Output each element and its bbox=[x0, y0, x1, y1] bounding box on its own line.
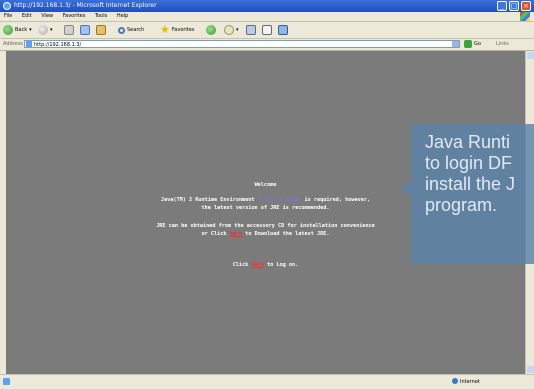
edit-page-icon bbox=[262, 25, 272, 35]
go-arrow-icon[interactable] bbox=[464, 40, 472, 48]
back-label: Back bbox=[15, 27, 28, 33]
home-icon bbox=[96, 25, 106, 35]
callout-line1: Java Runti bbox=[425, 132, 511, 152]
address-dropdown-icon[interactable] bbox=[452, 41, 459, 47]
stop-button[interactable] bbox=[64, 24, 74, 36]
menu-favorites[interactable]: Favorites bbox=[63, 13, 86, 19]
forward-button[interactable]: ▾ bbox=[38, 24, 53, 36]
close-button[interactable]: × bbox=[521, 1, 531, 11]
address-label: Address bbox=[3, 41, 23, 47]
back-dropdown-icon[interactable]: ▾ bbox=[29, 27, 32, 33]
callout-pointer bbox=[400, 181, 411, 195]
zone-label: Internet bbox=[460, 379, 480, 385]
favorites-button[interactable]: ★ Favorites bbox=[160, 24, 194, 36]
menu-edit[interactable]: Edit bbox=[22, 13, 32, 19]
jre-text-a: Java(TM) 2 Runtime Environment bbox=[160, 197, 258, 203]
internet-zone-icon bbox=[452, 378, 458, 384]
callout-box: Java Runti to login DF install the J pro… bbox=[411, 124, 534, 264]
jre-text-b: is required, however, bbox=[301, 197, 371, 203]
window-title: http://192.168.1.3/ - Microsoft Internet… bbox=[14, 2, 157, 9]
window-controls: _ □ × bbox=[497, 1, 531, 11]
print-icon bbox=[246, 25, 256, 35]
menu-help[interactable]: Help bbox=[117, 13, 128, 19]
address-input[interactable]: http://192.168.1.3/ bbox=[24, 40, 460, 48]
refresh-button[interactable] bbox=[80, 24, 90, 36]
callout-line2: to login DF bbox=[425, 153, 513, 173]
back-button[interactable]: Back ▾ bbox=[3, 24, 32, 36]
back-arrow-icon bbox=[3, 25, 13, 35]
history-icon bbox=[206, 25, 216, 35]
address-url: http://192.168.1.3/ bbox=[34, 42, 82, 48]
login-text-b: to Log on. bbox=[263, 262, 299, 268]
stop-icon bbox=[64, 25, 74, 35]
mail-button[interactable]: ▾ bbox=[224, 24, 239, 36]
address-bar: Address http://192.168.1.3/ Go Links bbox=[0, 39, 534, 51]
search-label: Search bbox=[127, 27, 145, 33]
login-text-a: Click bbox=[232, 262, 252, 268]
login-link[interactable]: here bbox=[251, 262, 264, 268]
favorites-label: Favorites bbox=[171, 27, 195, 33]
scroll-up-icon[interactable] bbox=[527, 52, 534, 59]
status-bar: Internet bbox=[0, 374, 534, 389]
page-icon bbox=[26, 41, 32, 47]
mail-dropdown-icon[interactable]: ▾ bbox=[236, 27, 239, 33]
forward-arrow-icon bbox=[38, 25, 48, 35]
cd-text-a: or Click bbox=[201, 231, 230, 237]
menu-file[interactable]: File bbox=[4, 13, 12, 19]
mail-icon bbox=[224, 25, 234, 35]
search-icon bbox=[118, 26, 125, 34]
page-status-icon bbox=[3, 378, 10, 385]
messenger-button[interactable] bbox=[278, 24, 288, 36]
menu-view[interactable]: View bbox=[41, 13, 53, 19]
windows-logo-icon bbox=[520, 12, 530, 21]
menu-bar: File Edit View Favorites Tools Help bbox=[0, 12, 534, 22]
cd-text-b: to Download the latest JRE. bbox=[242, 231, 330, 237]
title-bar: http://192.168.1.3/ - Microsoft Internet… bbox=[0, 0, 534, 12]
links-button[interactable]: Links bbox=[496, 39, 509, 50]
zone-indicator: Internet bbox=[452, 375, 480, 389]
search-button[interactable]: Search bbox=[118, 24, 144, 36]
ie-icon bbox=[3, 2, 11, 10]
home-button[interactable] bbox=[96, 24, 106, 36]
maximize-button[interactable]: □ bbox=[509, 1, 519, 11]
minimize-button[interactable]: _ bbox=[497, 1, 507, 11]
forward-dropdown-icon[interactable]: ▾ bbox=[50, 27, 53, 33]
refresh-icon bbox=[80, 25, 90, 35]
go-button[interactable]: Go bbox=[474, 39, 481, 50]
callout-line4: program. bbox=[425, 195, 498, 215]
jre-version-link[interactable]: 1.4.2 or above bbox=[258, 197, 302, 203]
toolbar: Back ▾ ▾ Search ★ Favorites ▾ bbox=[0, 22, 534, 39]
edit-button[interactable] bbox=[262, 24, 272, 36]
print-button[interactable] bbox=[246, 24, 256, 36]
favorites-star-icon: ★ bbox=[160, 23, 170, 36]
download-jre-link[interactable]: here bbox=[230, 231, 243, 237]
scroll-down-icon[interactable] bbox=[527, 366, 534, 373]
callout-line3: install the J bbox=[425, 174, 516, 194]
messenger-icon bbox=[278, 25, 288, 35]
history-button[interactable] bbox=[206, 24, 216, 36]
menu-tools[interactable]: Tools bbox=[95, 13, 107, 19]
